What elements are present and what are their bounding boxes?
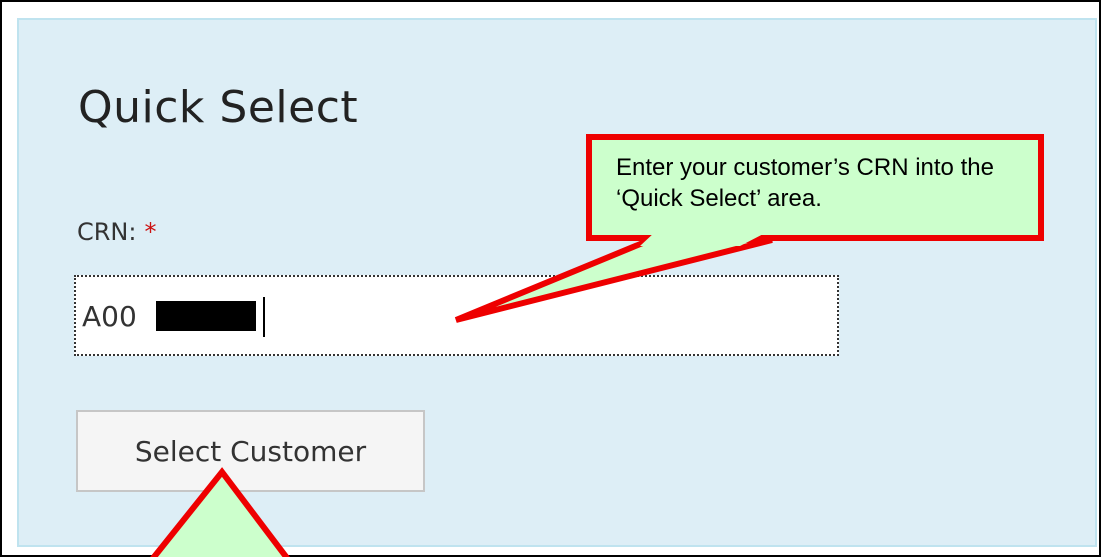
crn-input-value: A00 [82, 300, 137, 333]
crn-label: CRN: * [77, 218, 156, 246]
crn-input[interactable]: A00 [74, 275, 839, 356]
redacted-block [156, 301, 256, 331]
required-marker: * [144, 218, 157, 246]
quick-select-title: Quick Select [78, 82, 359, 133]
text-caret [263, 297, 265, 337]
callout-text: Enter your customer’s CRN into the ‘Quic… [616, 154, 994, 212]
crn-label-text: CRN: [77, 218, 137, 246]
select-customer-button[interactable]: Select Customer [76, 410, 425, 492]
callout-box: Enter your customer’s CRN into the ‘Quic… [586, 134, 1044, 241]
